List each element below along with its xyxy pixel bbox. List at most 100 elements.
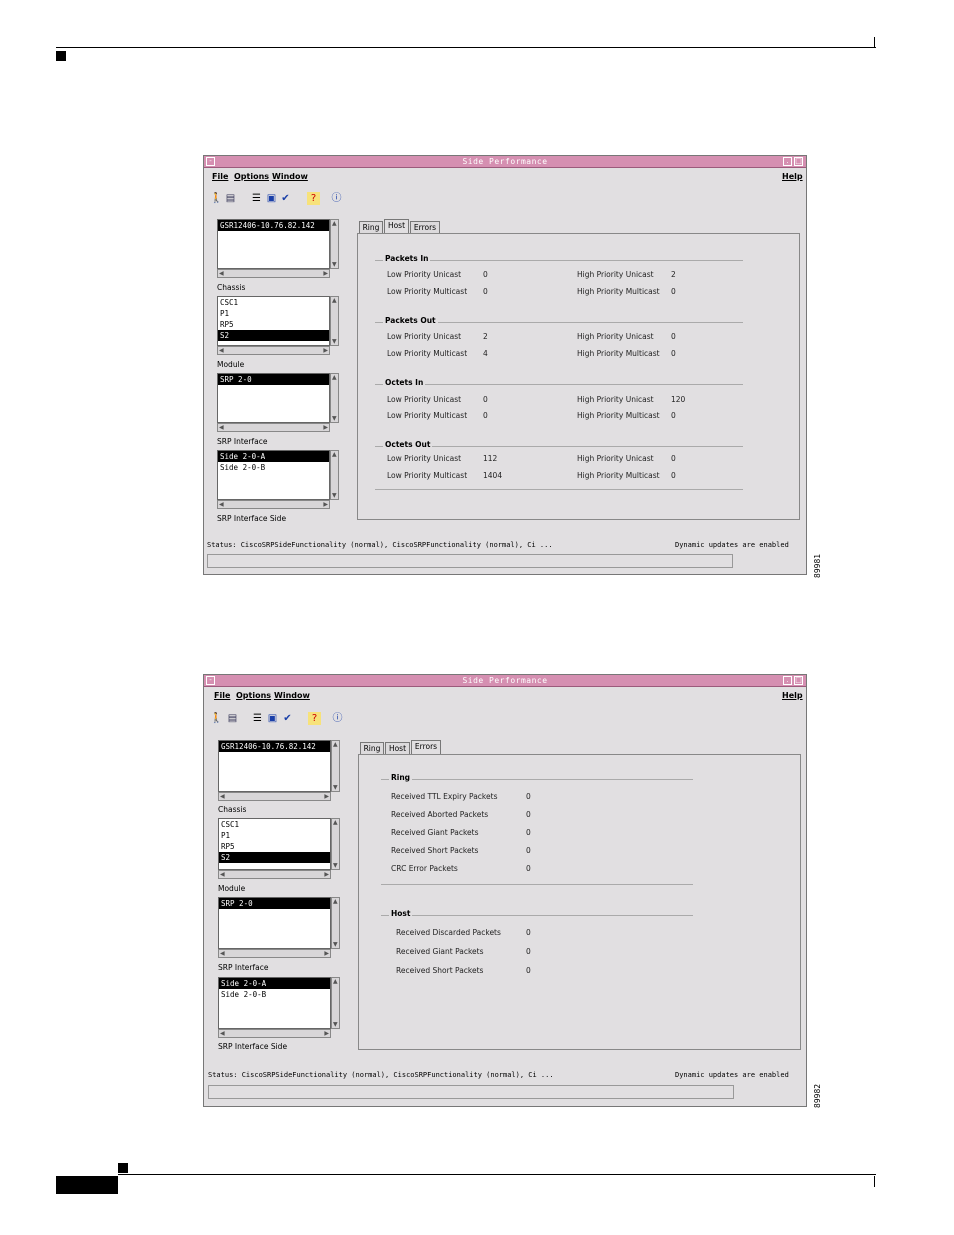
scroll-down-icon[interactable]: ▼ [332, 492, 337, 499]
device-list[interactable]: GSR12406-10.76.82.142 [218, 740, 331, 792]
exit-icon[interactable]: 🚶 [210, 712, 223, 725]
list-item[interactable]: SRP 2-0 [218, 374, 329, 385]
list-item[interactable]: P1 [218, 308, 329, 319]
chassis-list-hscrollbar[interactable]: ◀ ▶ [217, 346, 330, 355]
help-icon[interactable]: ? [307, 192, 320, 205]
chassis-list-hscrollbar[interactable]: ◀ ▶ [218, 870, 331, 879]
device-list-hscrollbar[interactable]: ◀ ▶ [217, 269, 330, 278]
chassis-list[interactable]: CSC1 P1 RP5 S2 [217, 296, 330, 346]
scroll-right-icon[interactable]: ▶ [324, 871, 329, 878]
menu-options[interactable]: Options [236, 691, 271, 700]
scroll-right-icon[interactable]: ▶ [323, 347, 328, 354]
tab-host[interactable]: Host [384, 219, 409, 234]
monitor-icon[interactable]: ▣ [265, 192, 278, 205]
list-item[interactable]: S2 [218, 330, 329, 341]
scroll-left-icon[interactable]: ◀ [220, 793, 225, 800]
scroll-left-icon[interactable]: ◀ [219, 501, 224, 508]
list-item[interactable]: CSC1 [218, 297, 329, 308]
menu-window[interactable]: Window [272, 172, 308, 181]
scroll-left-icon[interactable]: ◀ [220, 871, 225, 878]
scroll-left-icon[interactable]: ◀ [219, 347, 224, 354]
scroll-down-icon[interactable]: ▼ [332, 261, 337, 268]
list-item[interactable]: Side 2-0-A [218, 451, 329, 462]
list-item[interactable]: RP5 [218, 319, 329, 330]
scroll-left-icon[interactable]: ◀ [220, 950, 225, 957]
scroll-right-icon[interactable]: ▶ [323, 424, 328, 431]
list-item[interactable]: Side 2-0-B [219, 989, 330, 1000]
scroll-down-icon[interactable]: ▼ [333, 862, 338, 869]
scroll-up-icon[interactable]: ▲ [333, 898, 338, 905]
monitor-icon[interactable]: ▣ [266, 712, 279, 725]
device-list-scrollbar[interactable]: ▲ ▼ [331, 740, 340, 792]
tab-errors[interactable]: Errors [411, 740, 441, 755]
list-item[interactable]: GSR12406-10.76.82.142 [219, 741, 330, 752]
chassis-list[interactable]: CSC1 P1 RP5 S2 [218, 818, 331, 870]
scroll-up-icon[interactable]: ▲ [333, 741, 338, 748]
scroll-right-icon[interactable]: ▶ [323, 270, 328, 277]
check-icon[interactable]: ✔ [279, 192, 292, 205]
scroll-down-icon[interactable]: ▼ [332, 338, 337, 345]
scroll-right-icon[interactable]: ▶ [324, 1030, 329, 1037]
list-item[interactable]: Side 2-0-B [218, 462, 329, 473]
list-icon[interactable]: ☰ [251, 712, 264, 725]
module-list[interactable]: SRP 2-0 [217, 373, 330, 423]
devices-icon[interactable]: ▤ [226, 712, 239, 725]
list-item[interactable]: Side 2-0-A [219, 978, 330, 989]
scroll-left-icon[interactable]: ◀ [219, 424, 224, 431]
module-list-scrollbar[interactable]: ▲ ▼ [331, 897, 340, 949]
devices-icon[interactable]: ▤ [224, 192, 237, 205]
scroll-up-icon[interactable]: ▲ [332, 220, 337, 227]
scroll-up-icon[interactable]: ▲ [332, 297, 337, 304]
module-list-scrollbar[interactable]: ▲ ▼ [330, 373, 339, 423]
scroll-right-icon[interactable]: ▶ [324, 793, 329, 800]
info-icon[interactable]: ⓘ [330, 192, 343, 205]
menu-file[interactable]: File [214, 691, 230, 700]
list-item[interactable]: P1 [219, 830, 330, 841]
device-list-hscrollbar[interactable]: ◀ ▶ [218, 792, 331, 801]
menu-help[interactable]: Help [782, 691, 803, 700]
scroll-right-icon[interactable]: ▶ [323, 501, 328, 508]
info-icon[interactable]: ⓘ [331, 712, 344, 725]
chassis-list-scrollbar[interactable]: ▲ ▼ [331, 818, 340, 870]
chassis-list-scrollbar[interactable]: ▲ ▼ [330, 296, 339, 346]
menu-file[interactable]: File [212, 172, 228, 181]
list-item[interactable]: S2 [219, 852, 330, 863]
exit-icon[interactable]: 🚶 [210, 192, 223, 205]
module-list-hscrollbar[interactable]: ◀ ▶ [217, 423, 330, 432]
help-icon[interactable]: ? [308, 712, 321, 725]
scroll-up-icon[interactable]: ▲ [333, 978, 338, 985]
side-list[interactable]: Side 2-0-A Side 2-0-B [217, 450, 330, 500]
check-icon[interactable]: ✔ [281, 712, 294, 725]
minimize-icon[interactable]: . [783, 157, 792, 166]
list-icon[interactable]: ☰ [250, 192, 263, 205]
side-list-scrollbar[interactable]: ▲ ▼ [330, 450, 339, 500]
menu-options[interactable]: Options [234, 172, 269, 181]
side-list-hscrollbar[interactable]: ◀ ▶ [217, 500, 330, 509]
menu-window[interactable]: Window [274, 691, 310, 700]
side-list-scrollbar[interactable]: ▲ ▼ [331, 977, 340, 1029]
scroll-down-icon[interactable]: ▼ [333, 784, 338, 791]
scroll-up-icon[interactable]: ▲ [333, 819, 338, 826]
list-item[interactable]: CSC1 [219, 819, 330, 830]
module-list[interactable]: SRP 2-0 [218, 897, 331, 949]
module-list-hscrollbar[interactable]: ◀ ▶ [218, 949, 331, 958]
scroll-down-icon[interactable]: ▼ [332, 415, 337, 422]
scroll-left-icon[interactable]: ◀ [219, 270, 224, 277]
scroll-left-icon[interactable]: ◀ [220, 1030, 225, 1037]
list-item[interactable]: GSR12406-10.76.82.142 [218, 220, 329, 231]
list-item[interactable]: SRP 2-0 [219, 898, 330, 909]
scroll-up-icon[interactable]: ▲ [332, 451, 337, 458]
minimize-icon[interactable]: . [783, 676, 792, 685]
device-list-scrollbar[interactable]: ▲ ▼ [330, 219, 339, 269]
side-list-hscrollbar[interactable]: ◀ ▶ [218, 1029, 331, 1038]
scroll-right-icon[interactable]: ▶ [324, 950, 329, 957]
device-list[interactable]: GSR12406-10.76.82.142 [217, 219, 330, 269]
scroll-down-icon[interactable]: ▼ [333, 1021, 338, 1028]
list-item[interactable]: RP5 [219, 841, 330, 852]
maximize-icon[interactable]: □ [794, 157, 803, 166]
side-list[interactable]: Side 2-0-A Side 2-0-B [218, 977, 331, 1029]
menu-help[interactable]: Help [782, 172, 803, 181]
scroll-down-icon[interactable]: ▼ [333, 941, 338, 948]
maximize-icon[interactable]: □ [794, 676, 803, 685]
scroll-up-icon[interactable]: ▲ [332, 374, 337, 381]
